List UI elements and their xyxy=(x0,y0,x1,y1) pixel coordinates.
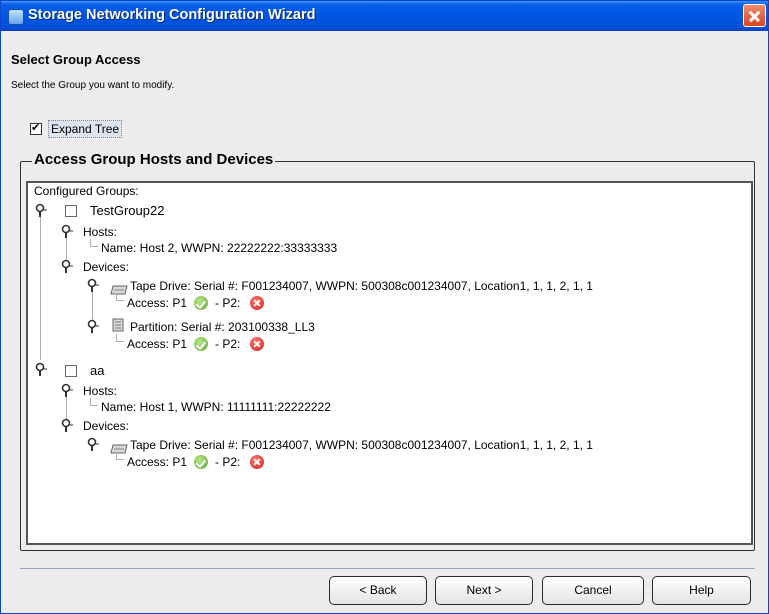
device-entry[interactable]: Tape Drive: Serial #: F001234007, WWPN: … xyxy=(130,438,593,452)
expand-handle-icon[interactable] xyxy=(59,224,73,238)
group-tree[interactable]: Configured Groups: TestGroup22 Hosts: Na… xyxy=(26,181,753,545)
devices-label[interactable]: Devices: xyxy=(83,419,129,433)
expand-tree-label[interactable]: Expand Tree xyxy=(48,119,123,138)
cancel-button[interactable]: Cancel xyxy=(542,576,644,605)
checkbox-checked-icon[interactable] xyxy=(30,121,42,135)
host-entry[interactable]: Name: Host 1, WWPN: 11111111:22222222 xyxy=(101,400,331,414)
group-checkbox[interactable] xyxy=(65,365,77,377)
device-entry[interactable]: Tape Drive: Serial #: F001234007, WWPN: … xyxy=(130,279,593,293)
title-bar[interactable]: Storage Networking Configuration Wizard xyxy=(1,1,768,31)
access-p1-label: Access: P1 xyxy=(127,337,188,351)
groupbox-title: Access Group Hosts and Devices xyxy=(32,151,276,168)
tree-elbow xyxy=(90,239,98,247)
wizard-window: Storage Networking Configuration Wizard … xyxy=(0,0,769,614)
expand-handle-icon[interactable] xyxy=(59,418,73,432)
back-button[interactable]: < Back xyxy=(329,576,427,605)
access-p1-label: Access: P1 xyxy=(127,296,188,310)
expand-handle-icon[interactable] xyxy=(85,437,99,451)
hosts-label[interactable]: Hosts: xyxy=(83,384,117,398)
window-title: Storage Networking Configuration Wizard xyxy=(28,7,316,23)
access-p2-label: - P2: xyxy=(215,296,241,310)
tree-root-label: Configured Groups: xyxy=(34,184,139,198)
access-denied-icon xyxy=(250,455,264,469)
device-entry[interactable]: Partition: Serial #: 203100338_LL3 xyxy=(130,320,315,334)
group-name[interactable]: aa xyxy=(90,364,104,378)
group-name[interactable]: TestGroup22 xyxy=(90,204,164,218)
access-p2-label: - P2: xyxy=(215,337,241,351)
access-denied-icon xyxy=(250,337,264,351)
access-ok-icon xyxy=(194,337,208,351)
access-ok-icon xyxy=(194,296,208,310)
expand-handle-icon[interactable] xyxy=(59,383,73,397)
next-button[interactable]: Next > xyxy=(435,576,533,605)
expand-handle-icon[interactable] xyxy=(59,259,73,273)
tree-elbow xyxy=(90,398,98,406)
wizard-header: Select Group Access Select the Group you… xyxy=(1,31,768,99)
tree-elbow xyxy=(116,293,124,301)
help-button[interactable]: Help xyxy=(652,576,751,605)
tree-elbow xyxy=(116,334,124,342)
close-button[interactable] xyxy=(743,4,766,27)
devices-label[interactable]: Devices: xyxy=(83,260,129,274)
app-icon xyxy=(8,9,24,25)
expand-handle-icon[interactable] xyxy=(33,362,47,376)
access-denied-icon xyxy=(250,296,264,310)
access-ok-icon xyxy=(194,455,208,469)
access-p1-label: Access: P1 xyxy=(127,455,188,469)
host-entry[interactable]: Name: Host 2, WWPN: 22222222:33333333 xyxy=(101,241,337,255)
expand-handle-icon[interactable] xyxy=(33,203,47,217)
expand-handle-icon[interactable] xyxy=(85,278,99,292)
group-checkbox[interactable] xyxy=(65,205,77,217)
button-separator xyxy=(20,568,755,569)
expand-tree-checkbox[interactable]: Expand Tree xyxy=(30,119,123,138)
tree-connector xyxy=(40,216,41,360)
page-title: Select Group Access xyxy=(11,52,141,67)
access-p2-label: - P2: xyxy=(215,455,241,469)
tree-elbow xyxy=(116,452,124,460)
hosts-label[interactable]: Hosts: xyxy=(83,225,117,239)
page-subtitle: Select the Group you want to modify. xyxy=(11,80,175,91)
expand-handle-icon[interactable] xyxy=(85,319,99,333)
